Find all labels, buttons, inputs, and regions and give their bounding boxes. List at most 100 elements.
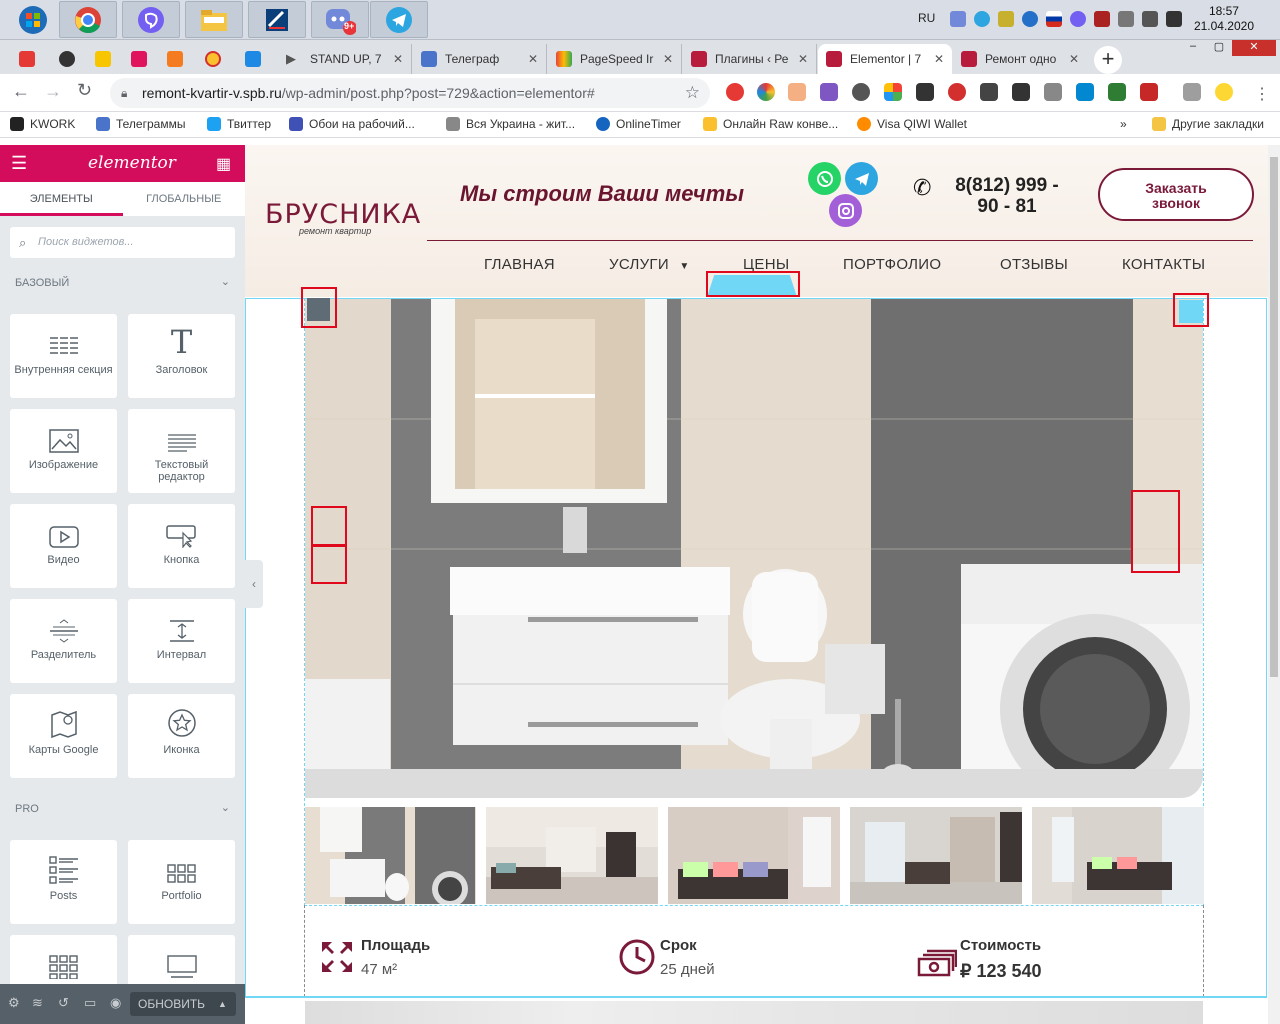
block-extension-icon[interactable]: [948, 83, 966, 101]
widget-button[interactable]: Кнопка: [128, 504, 235, 588]
scrollbar-thumb[interactable]: [1270, 157, 1278, 677]
bookmark-onlinetimer[interactable]: OnlineTimer: [596, 117, 681, 131]
discord-tray-icon[interactable]: [950, 11, 966, 27]
gallery-thumbnail-2[interactable]: [486, 807, 658, 904]
gallery-thumbnail-1[interactable]: [305, 807, 476, 904]
extension-icon[interactable]: [1140, 83, 1158, 101]
file-explorer-icon[interactable]: [185, 1, 243, 38]
bookmark-twitter[interactable]: Твиттер: [207, 117, 271, 131]
overlay-square-dark[interactable]: [307, 298, 330, 321]
nav-services[interactable]: УСЛУГИ ▼: [609, 256, 690, 273]
telegram-tray-icon[interactable]: [974, 11, 990, 27]
lock-icon[interactable]: 🔒︎: [121, 78, 127, 108]
extension-icon[interactable]: [980, 83, 998, 101]
widget-icon[interactable]: Иконка: [128, 694, 235, 778]
collapse-panel-button[interactable]: ‹: [245, 560, 263, 608]
widgets-grid-icon[interactable]: ▦: [216, 154, 231, 174]
feather-extension-icon[interactable]: [820, 83, 838, 101]
back-icon[interactable]: ←: [12, 81, 30, 102]
telegram-taskbar-icon[interactable]: [370, 1, 428, 38]
close-tab-icon[interactable]: ✕: [1069, 52, 1079, 66]
canvas-scrollbar[interactable]: [1268, 145, 1280, 1024]
maximize-icon[interactable]: ▢: [1206, 40, 1232, 56]
close-tab-icon[interactable]: ✕: [934, 52, 944, 66]
widget-image[interactable]: Изображение: [10, 409, 117, 493]
nav-reviews[interactable]: ОТЗЫВЫ: [1000, 256, 1068, 273]
profile-avatar[interactable]: [1215, 83, 1233, 101]
tray-app-2-icon[interactable]: [1022, 11, 1038, 27]
overlay-square-blue[interactable]: [1179, 300, 1203, 323]
category-pro[interactable]: PRO ⌄: [15, 802, 230, 815]
bookmark-qiwi[interactable]: Visa QIWI Wallet: [857, 117, 967, 131]
bookmark-star-icon[interactable]: ☆: [685, 78, 700, 108]
widget-video[interactable]: Видео: [10, 504, 117, 588]
bookmark-ukraine[interactable]: Вся Украина - жит...: [446, 117, 575, 131]
preview-eye-icon[interactable]: ◉: [110, 995, 121, 1011]
viber-tray-icon[interactable]: [1070, 11, 1086, 27]
widget-portfolio[interactable]: Portfolio: [128, 840, 235, 924]
bookmark-raw-converter[interactable]: Онлайн Raw конве...: [703, 117, 838, 131]
other-bookmarks[interactable]: Другие закладки: [1152, 117, 1264, 131]
flag-icon[interactable]: [1046, 11, 1062, 27]
reading-list-icon[interactable]: [1183, 83, 1201, 101]
history-icon[interactable]: ↺: [58, 995, 69, 1011]
nav-portfolio[interactable]: ПОРТФОЛИО: [843, 256, 941, 273]
phone-number[interactable]: 8(812) 999 - 90 - 81: [947, 175, 1067, 217]
navigator-layers-icon[interactable]: ≋: [32, 995, 43, 1011]
gallery-thumbnail-4[interactable]: [850, 807, 1022, 904]
extension-icon[interactable]: [1012, 83, 1030, 101]
widget-text-editor[interactable]: Текстовый редактор: [128, 409, 235, 493]
close-tab-icon[interactable]: ✕: [798, 52, 808, 66]
widget-inner-section[interactable]: Внутренняя секция: [10, 314, 117, 398]
wordpress-extension-icon[interactable]: [852, 83, 870, 101]
widget-heading[interactable]: T Заголовок: [128, 314, 235, 398]
action-center-flag-icon[interactable]: [1142, 11, 1158, 27]
instagram-icon[interactable]: [829, 194, 862, 227]
bookmark-telegrams[interactable]: Телеграммы: [96, 117, 185, 131]
network-icon[interactable]: [1166, 11, 1182, 27]
update-button[interactable]: ОБНОВИТЬ ▲: [130, 992, 236, 1016]
extension-icon[interactable]: [1076, 83, 1094, 101]
tab-elements[interactable]: ЭЛЕМЕНТЫ: [0, 182, 123, 216]
extension-icon[interactable]: [788, 83, 806, 101]
telegram-icon[interactable]: [845, 162, 878, 195]
widget-google-maps[interactable]: Карты Google: [10, 694, 117, 778]
nav-home[interactable]: ГЛАВНАЯ: [484, 256, 555, 273]
discord-icon[interactable]: 9+: [311, 1, 369, 38]
pinned-tab-3[interactable]: [88, 44, 118, 74]
menu-kebab-icon[interactable]: ⋮: [1254, 84, 1270, 104]
extension-icon[interactable]: [726, 83, 744, 101]
tab-remont[interactable]: Ремонт одно ✕: [953, 44, 1087, 74]
tab-plugins[interactable]: Плагины ‹ Ре ✕: [683, 44, 817, 74]
widget-search-input[interactable]: ⌕ Поиск виджетов...: [10, 227, 235, 258]
extension-icon[interactable]: [1044, 83, 1062, 101]
tab-telegraph[interactable]: Телеграф ✕: [413, 44, 547, 74]
reload-icon[interactable]: ↻: [77, 80, 92, 101]
pinned-tab-4[interactable]: [124, 44, 154, 74]
pinned-tab-7[interactable]: [238, 44, 268, 74]
viber-icon[interactable]: [122, 1, 180, 38]
pinned-tab-5[interactable]: [160, 44, 190, 74]
extension-icon[interactable]: [884, 83, 902, 101]
category-basic[interactable]: БАЗОВЫЙ ⌄: [15, 276, 230, 289]
hamburger-menu-icon[interactable]: ☰: [11, 154, 27, 172]
bookmarks-more-button[interactable]: »: [1120, 117, 1127, 131]
settings-gear-icon[interactable]: ⚙: [8, 995, 20, 1011]
extension-icon[interactable]: [1108, 83, 1126, 101]
widget-posts[interactable]: Posts: [10, 840, 117, 924]
tab-stand-up[interactable]: ▶ STAND UP, 7 ✕: [278, 44, 412, 74]
volume-icon[interactable]: [1118, 11, 1134, 27]
editor-app-icon[interactable]: [248, 1, 306, 38]
gallery-thumbnail-3[interactable]: [668, 807, 840, 904]
minimize-icon[interactable]: –: [1180, 40, 1206, 56]
new-extension-icon[interactable]: [916, 83, 934, 101]
close-tab-icon[interactable]: ✕: [528, 52, 538, 66]
main-gallery-image[interactable]: [305, 299, 1203, 798]
close-window-icon[interactable]: ✕: [1232, 40, 1276, 56]
tab-global[interactable]: ГЛОБАЛЬНЫЕ: [123, 182, 246, 216]
close-tab-icon[interactable]: ✕: [393, 52, 403, 66]
forward-icon[interactable]: →: [44, 81, 62, 102]
tray-app-icon[interactable]: [998, 11, 1014, 27]
address-bar[interactable]: 🔒︎ remont-kvartir-v.spb.ru/wp-admin/post…: [110, 78, 710, 108]
widget-divider[interactable]: Разделитель: [10, 599, 117, 683]
